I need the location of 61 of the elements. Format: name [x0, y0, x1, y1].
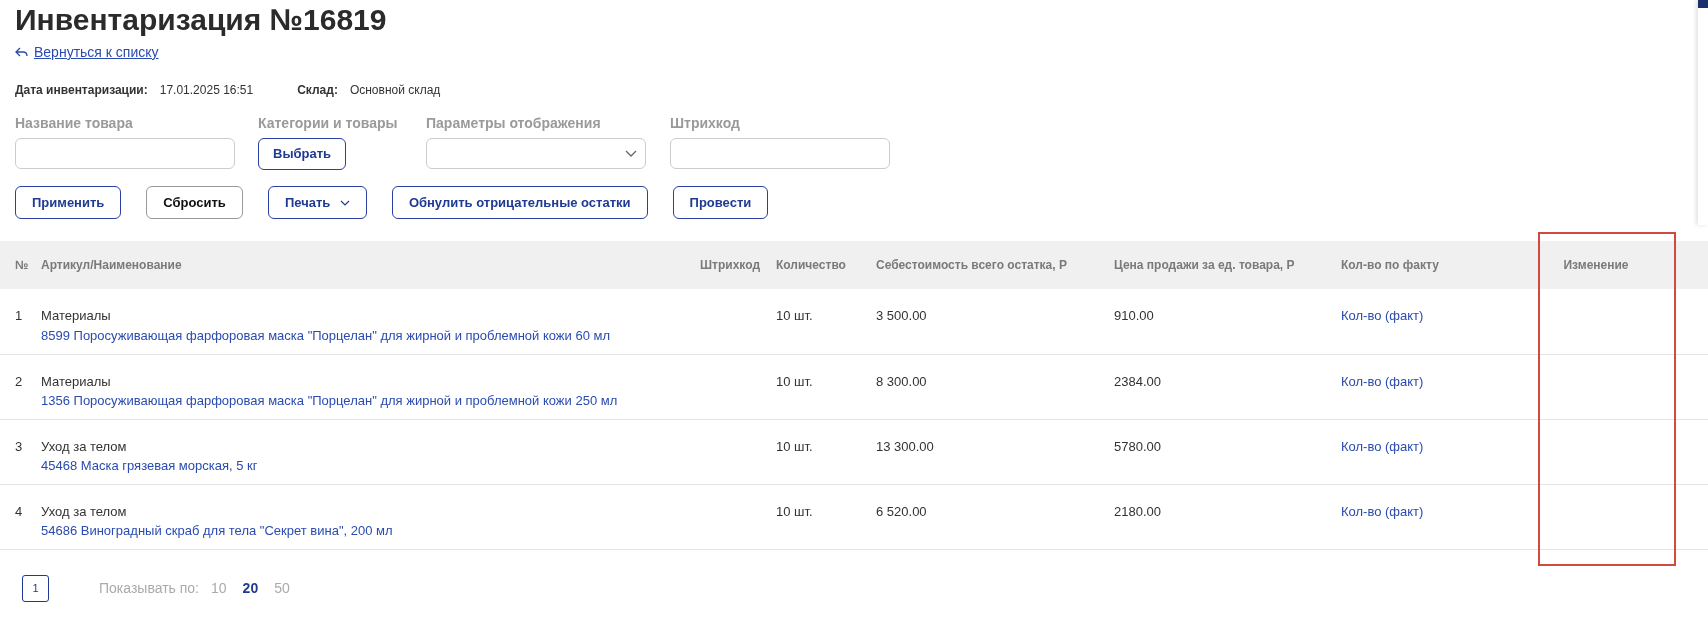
table-cell: 10 шт.: [776, 308, 813, 323]
info-value: 17.01.2025 16:51: [159, 83, 254, 97]
product-link[interactable]: 45468 Маска грязевая морская, 5 кг: [41, 458, 258, 473]
table-cell: 6 520.00: [876, 503, 927, 519]
column-header: Количество: [768, 241, 868, 289]
page-title: Инвентаризация №16819: [14, 2, 388, 38]
back-link[interactable]: Вернуться к списку: [34, 42, 159, 63]
field-label: Параметры отображения: [426, 114, 602, 133]
column-header: Себестоимость всего остатка, Р: [868, 241, 1106, 289]
table-cell: 3 500.00: [876, 308, 927, 323]
select-button[interactable]: Выбрать: [258, 138, 347, 170]
info-value: Основной склад: [349, 83, 441, 97]
print-dropdown-button[interactable]: Печать: [267, 186, 367, 219]
table-cell: 5780.00: [1114, 438, 1161, 454]
page-size-option[interactable]: 20: [242, 577, 259, 599]
column-header: Штрихкод: [638, 241, 768, 289]
product-category: Материалы: [41, 372, 112, 391]
table-cell: 13 300.00: [876, 438, 934, 454]
row-number: 3: [15, 438, 23, 454]
chevron-down-icon: [339, 200, 350, 207]
column-header: Цена продажи за ед. товара, Р: [1106, 241, 1333, 289]
product-category: Уход за телом: [41, 437, 128, 456]
table-cell: 2180.00: [1114, 503, 1161, 519]
fact-quantity-link[interactable]: Кол-во (факт): [1341, 438, 1424, 454]
info-label: Склад:: [297, 83, 338, 97]
column-header: №: [0, 241, 33, 289]
info-label: Дата инвентаризации:: [15, 83, 148, 97]
fact-quantity-link[interactable]: Кол-во (факт): [1341, 503, 1424, 519]
row-number: 1: [15, 308, 23, 323]
table-cell: 10 шт.: [776, 503, 813, 519]
fact-quantity-link[interactable]: Кол-во (факт): [1341, 373, 1424, 389]
field-label: Название товара: [15, 114, 134, 133]
reset-button[interactable]: Сбросить: [146, 186, 243, 219]
action-button[interactable]: Применить: [15, 186, 122, 219]
product-link[interactable]: 54686 Виноградный скраб для тела "Секрет вина", 200 мл: [41, 523, 393, 538]
table-cell: 8 300.00: [876, 373, 927, 389]
row-number: 2: [15, 373, 23, 389]
table-cell: 10 шт.: [776, 373, 813, 389]
action-button[interactable]: Обнулить отрицательные остатки: [391, 186, 648, 219]
product-category: Материалы: [41, 307, 112, 325]
back-arrow-icon: [15, 47, 28, 58]
table-cell: 910.00: [1114, 308, 1154, 323]
row-number: 4: [15, 503, 23, 519]
product-link[interactable]: 1356 Поросуживающая фарфоровая маска "Порцелан" для жирной и проблемной кожи 250 мл: [41, 393, 618, 408]
table-cell: 2384.00: [1114, 373, 1161, 389]
field-label: Штрихкод: [670, 114, 741, 133]
page-size-label: Показывать по:: [99, 578, 199, 598]
text-field[interactable]: [670, 138, 890, 169]
action-button[interactable]: Провести: [672, 186, 769, 219]
page-button[interactable]: 1: [22, 574, 49, 602]
fact-quantity-link[interactable]: Кол-во (факт): [1341, 308, 1424, 323]
field-label: Категории и товары: [258, 114, 399, 133]
column-header: Артикул/Наименование: [33, 241, 638, 289]
text-field[interactable]: [15, 138, 235, 169]
select-field[interactable]: [426, 138, 646, 169]
product-category: Уход за телом: [41, 502, 128, 521]
chevron-down-icon: [625, 150, 637, 157]
column-header: Изменение: [1528, 241, 1664, 289]
product-link[interactable]: 8599 Поросуживающая фарфоровая маска "Порцелан" для жирной и проблемной кожи 60 мл: [41, 327, 611, 343]
column-header: Кол-во по факту: [1333, 241, 1528, 289]
table-cell: 10 шт.: [776, 438, 813, 454]
